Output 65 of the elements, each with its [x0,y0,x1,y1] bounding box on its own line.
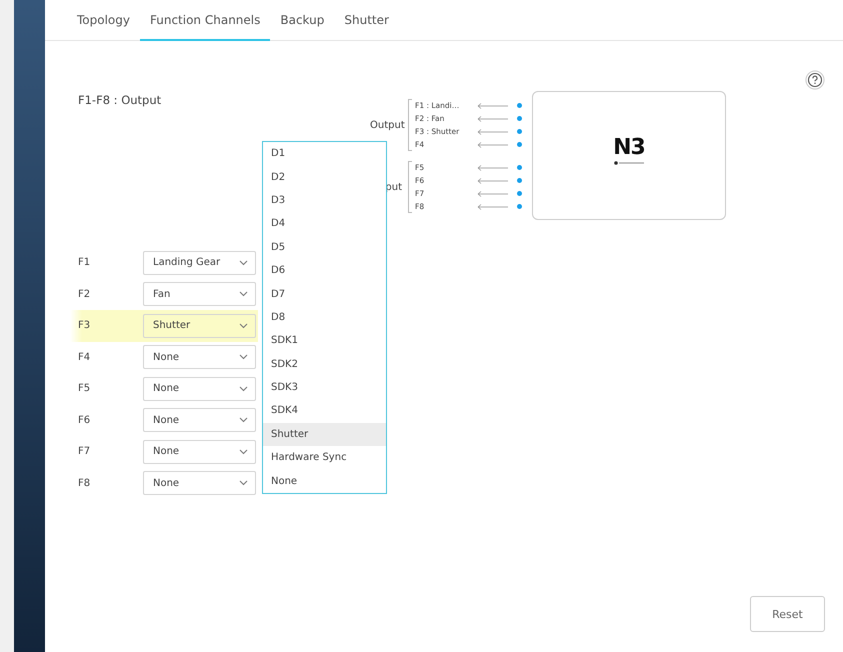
chevron-down-icon [239,322,248,329]
dropdown-option[interactable]: D6 [263,258,386,282]
function-select[interactable]: Shutter [143,314,256,338]
tab[interactable]: Shutter [334,0,399,41]
dropdown-option[interactable]: SDK4 [263,399,386,423]
logo-mark-icon [614,160,644,164]
port-dot [517,204,522,209]
chevron-down-icon [239,354,248,360]
dropdown-option[interactable]: D4 [263,212,386,236]
dropdown-option[interactable]: SDK3 [263,376,386,400]
dropdown-option[interactable]: D5 [263,236,386,259]
dropdown-option[interactable]: D1 [263,142,386,166]
function-select[interactable]: None [143,345,256,370]
channel-label: F5 [78,383,92,394]
function-select[interactable]: Landing Gear [143,250,256,275]
arrow-icon [477,190,509,196]
chevron-down-icon [239,417,248,424]
dropdown-option[interactable]: D8 [263,306,386,330]
port-dot [517,165,522,170]
device-logo: N3 [613,136,645,158]
arrow-icon [477,204,509,210]
port-dot [517,129,522,134]
channel-label: F6 [78,414,92,426]
tab[interactable]: Topology [77,0,140,41]
function-select[interactable]: Fan [143,282,256,306]
function-select[interactable]: None [143,408,256,432]
channel-label: F8 [78,478,92,489]
function-select[interactable]: None [143,376,256,401]
channel-label: F2 [78,288,92,300]
channel-label: F1 [78,257,92,268]
chevron-down-icon [239,480,248,486]
port-dot [517,142,522,147]
chevron-down-icon [239,448,248,455]
arrow-icon [477,116,509,122]
arrow-icon [477,102,509,108]
arrow-icon [477,178,509,184]
section-heading: F1-F8 : Output [78,93,162,107]
dropdown-option[interactable]: SDK1 [263,329,386,353]
chevron-down-icon [239,291,248,298]
group-label: Output [370,120,402,130]
dropdown-option[interactable]: None [263,469,386,493]
arrow-icon [477,164,509,170]
dropdown-option[interactable]: D2 [263,165,386,189]
function-select[interactable]: None [143,471,256,496]
dropdown-option[interactable]: Shutter [263,422,386,446]
dropdown-option[interactable]: D3 [263,188,386,212]
port-dot [517,103,522,108]
channel-label: F4 [78,352,92,363]
dropdown-option[interactable]: SDK2 [263,352,386,376]
tab[interactable]: Backup [270,0,334,41]
port-dot [517,178,522,183]
function-select[interactable]: None [143,440,256,464]
port-dot [517,116,522,121]
chevron-down-icon [239,260,248,266]
port-dot [517,191,522,196]
arrow-icon [477,142,509,148]
dropdown-option[interactable]: Hardware Sync [263,446,386,470]
tab[interactable]: Function Channels [140,0,270,41]
chevron-down-icon [239,386,248,392]
dropdown-option[interactable]: D7 [263,282,386,306]
reset-button[interactable]: Reset [750,596,825,632]
channel-label: F7 [78,446,92,458]
channel-label: F3 [78,320,92,332]
help-icon[interactable] [805,70,825,90]
arrow-icon [477,128,509,134]
